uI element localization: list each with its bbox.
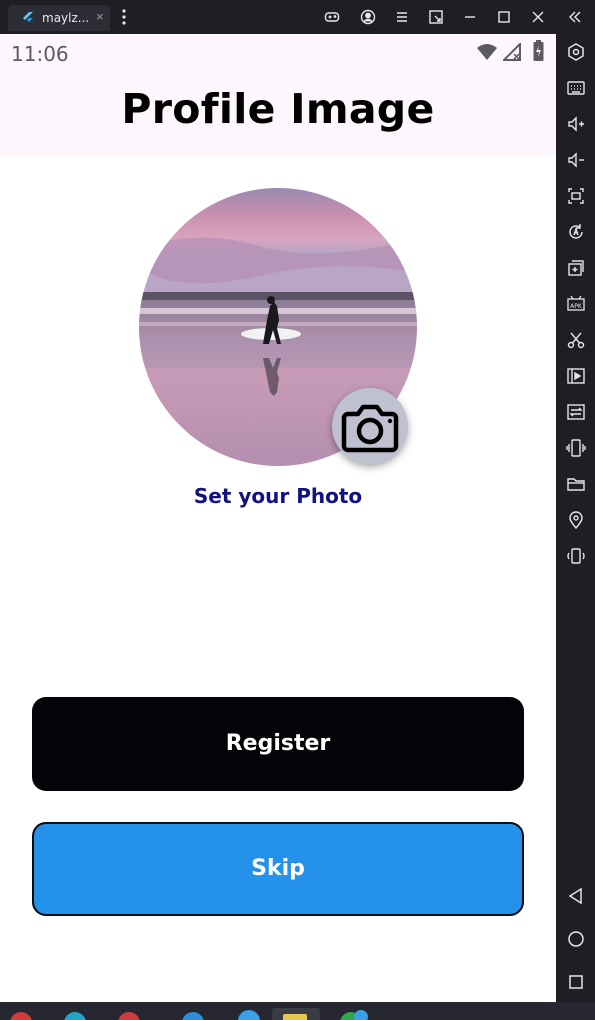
screenshot-icon[interactable] [566,186,586,206]
svg-text:APK: APK [570,303,583,310]
folder-icon[interactable] [566,474,586,494]
os-taskbar [0,1002,595,1020]
page-title: Profile Image [121,85,435,133]
apk-icon[interactable]: APK [566,294,586,314]
settings-hex-icon[interactable] [566,42,586,62]
gamepad-icon[interactable] [324,9,340,25]
location-icon[interactable] [566,510,586,530]
status-bar: 11:06 [0,34,556,70]
account-icon[interactable] [360,9,376,25]
vibrate-icon[interactable] [566,546,586,566]
volume-up-icon[interactable] [566,114,586,134]
taskbar-app-icon[interactable] [118,1012,140,1020]
rotate-icon[interactable] [566,222,586,242]
register-button[interactable]: Register [32,697,524,791]
emulator-title-bar: maylz... × [0,0,595,34]
sync-icon[interactable] [566,402,586,422]
home-icon[interactable] [566,929,586,949]
camera-icon [341,404,399,453]
record-icon[interactable] [566,366,586,386]
app-tab[interactable]: maylz... × [8,5,110,31]
more-vert-icon[interactable] [116,9,126,25]
skip-button[interactable]: Skip [32,822,524,916]
volume-down-icon[interactable] [566,150,586,170]
tab-close-icon[interactable]: × [96,9,104,24]
taskbar-app-icon[interactable] [10,1012,32,1020]
taskbar-app-icon[interactable] [283,1014,307,1020]
taskbar-app-icon[interactable] [238,1010,260,1020]
set-photo-label[interactable]: Set your Photo [0,484,556,508]
close-icon[interactable] [530,9,546,25]
resize-icon[interactable] [428,9,444,25]
wifi-icon [476,43,498,61]
status-time: 11:06 [11,42,69,66]
signal-icon [501,41,521,61]
emulator-sidebar: APK [556,34,595,1002]
taskbar-badge-icon [354,1010,368,1020]
maximize-icon[interactable] [496,9,512,25]
phone-screen: 11:06 Profile Image Set your Photo Regis… [0,34,556,1002]
taskbar-app-icon[interactable] [182,1012,204,1020]
add-window-icon[interactable] [566,258,586,278]
flutter-icon [22,12,34,24]
menu-icon[interactable] [394,9,410,25]
collapse-sidebar-icon[interactable] [567,9,583,25]
back-icon[interactable] [566,886,586,906]
scissors-icon[interactable] [566,330,586,350]
shake-icon[interactable] [566,438,586,458]
tab-title: maylz... [42,11,90,25]
minimize-icon[interactable] [462,9,478,25]
keyboard-icon[interactable] [566,78,586,98]
change-photo-button[interactable] [332,388,408,464]
battery-icon [533,40,544,62]
app-bar: Profile Image [0,70,556,156]
taskbar-app-icon[interactable] [64,1012,86,1020]
recents-icon[interactable] [566,972,586,992]
